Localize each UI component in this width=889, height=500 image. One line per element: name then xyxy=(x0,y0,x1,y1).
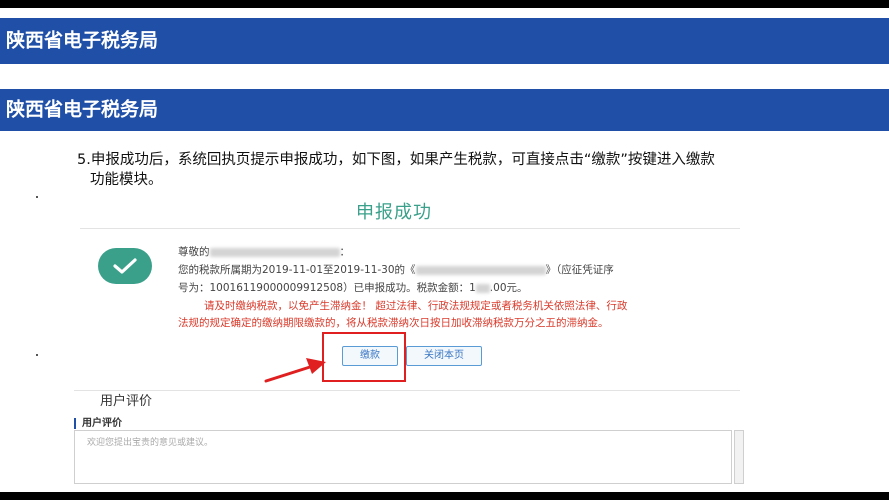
bullet-mark xyxy=(36,196,38,198)
review-subheading: 用户评价 xyxy=(74,418,122,429)
review-scrollbar[interactable] xyxy=(734,430,744,484)
review-heading: 用户评价 xyxy=(100,394,153,409)
review-placeholder: 欢迎您提出宝贵的意见或建议。 xyxy=(87,438,214,448)
step-line-1: 5.申报成功后，系统回执页提示申报成功，如下图，如果产生税款，可直接点击“缴款”… xyxy=(77,152,715,168)
header-title-main: 陕西省电子税务局 xyxy=(6,98,159,121)
header-banner-main: 陕西省电子税务局 xyxy=(0,89,889,131)
header-banner-top: 陕西省电子税务局 xyxy=(0,18,889,64)
divider xyxy=(74,390,740,391)
step-instruction: 5.申报成功后，系统回执页提示申报成功，如下图，如果产生税款，可直接点击“缴款”… xyxy=(77,150,837,190)
step-line-2: 功能模块。 xyxy=(90,172,163,188)
embedded-screenshot: 申报成功 尊敬的： 您的税款所属期为2019-11-01至2019-11-30的… xyxy=(60,194,760,492)
header-title-top: 陕西省电子税务局 xyxy=(6,29,159,52)
presentation-slide: 陕西省电子税务局 陕西省电子税务局 5.申报成功后，系统回执页提示申报成功，如下… xyxy=(0,8,889,492)
review-textarea[interactable]: 欢迎您提出宝贵的意见或建议。 xyxy=(74,430,732,484)
bullet-mark xyxy=(36,354,38,356)
